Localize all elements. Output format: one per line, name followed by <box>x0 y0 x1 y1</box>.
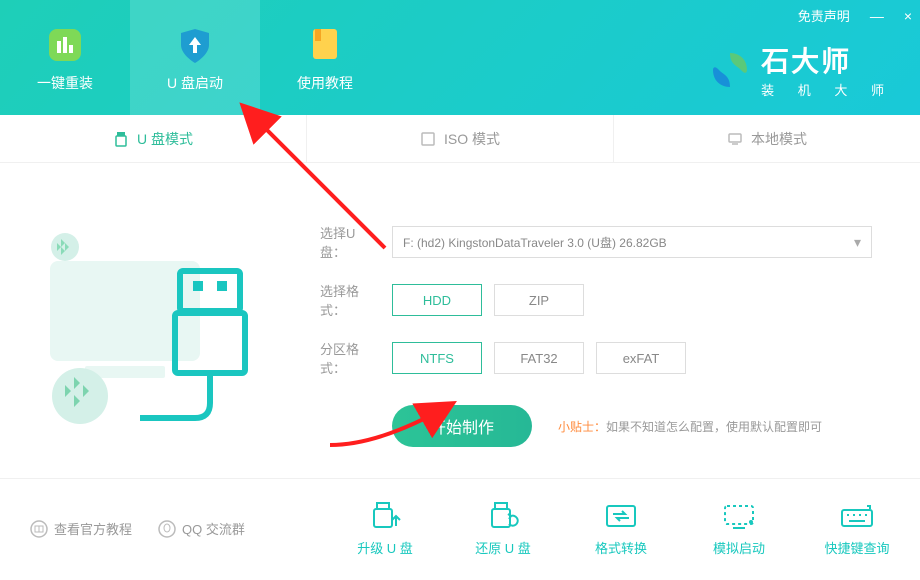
mode-tabs: U 盘模式 ISO 模式 本地模式 <box>0 115 920 163</box>
tab-label: U 盘启动 <box>167 73 223 93</box>
usb-shield-icon <box>173 23 217 67</box>
usb-select[interactable]: F: (hd2) KingstonDataTraveler 3.0 (U盘) 2… <box>392 226 872 258</box>
link-label: QQ 交流群 <box>182 519 245 538</box>
mode-label: ISO 模式 <box>444 129 500 149</box>
bars-icon <box>43 23 87 67</box>
usb-rotate-icon <box>485 500 521 532</box>
restore-usb-button[interactable]: 还原 U 盘 <box>458 500 548 557</box>
brand: 石大师 装 机 大 师 <box>709 40 894 99</box>
format-hdd-button[interactable]: HDD <box>392 284 482 316</box>
book-icon <box>303 23 347 67</box>
select-usb-label: 选择U盘： <box>320 223 380 261</box>
tab-label: 一键重装 <box>37 73 93 93</box>
minimize-button[interactable]: — <box>870 8 884 24</box>
partition-exfat-button[interactable]: exFAT <box>596 342 686 374</box>
action-label: 模拟启动 <box>713 538 765 557</box>
usb-small-icon <box>113 131 129 147</box>
brand-sub: 装 机 大 师 <box>761 80 894 99</box>
qq-icon <box>158 520 176 538</box>
action-label: 格式转换 <box>595 538 647 557</box>
action-label: 升级 U 盘 <box>357 538 413 557</box>
tutorial-link[interactable]: 查看官方教程 <box>30 519 132 538</box>
action-label: 还原 U 盘 <box>475 538 531 557</box>
start-create-button[interactable]: 开始制作 <box>392 405 532 447</box>
mode-tab-usb[interactable]: U 盘模式 <box>0 115 307 162</box>
iso-icon <box>420 131 436 147</box>
tab-usb-boot[interactable]: U 盘启动 <box>130 0 260 115</box>
action-label: 快捷键查询 <box>824 538 889 557</box>
mode-tab-iso[interactable]: ISO 模式 <box>307 115 614 162</box>
format-convert-button[interactable]: 格式转换 <box>576 500 666 557</box>
partition-fat32-button[interactable]: FAT32 <box>494 342 584 374</box>
format-zip-button[interactable]: ZIP <box>494 284 584 316</box>
mode-label: U 盘模式 <box>137 129 193 149</box>
disclaimer-link[interactable]: 免责声明 <box>798 6 850 25</box>
mode-label: 本地模式 <box>751 129 807 149</box>
usb-select-value: F: (hd2) KingstonDataTraveler 3.0 (U盘) 2… <box>403 234 667 251</box>
computer-usb-illustration-icon <box>25 201 265 441</box>
tab-label: 使用教程 <box>297 73 353 93</box>
partition-ntfs-button[interactable]: NTFS <box>392 342 482 374</box>
upgrade-usb-button[interactable]: 升级 U 盘 <box>340 500 430 557</box>
tab-reinstall[interactable]: 一键重装 <box>0 0 130 115</box>
tip-label: 小贴士： <box>558 420 606 434</box>
content-area: 选择U盘： F: (hd2) KingstonDataTraveler 3.0 … <box>0 163 920 478</box>
illustration <box>0 163 290 478</box>
monitor-play-icon <box>721 500 757 532</box>
keyboard-icon <box>839 500 875 532</box>
mode-tab-local[interactable]: 本地模式 <box>614 115 920 162</box>
book-open-icon <box>30 520 48 538</box>
qq-group-link[interactable]: QQ 交流群 <box>158 519 245 538</box>
header: 一键重装 U 盘启动 使用教程 免责声明 — × 石大师 装 机 <box>0 0 920 115</box>
brand-title: 石大师 <box>761 40 894 80</box>
convert-icon <box>603 500 639 532</box>
form-area: 选择U盘： F: (hd2) KingstonDataTraveler 3.0 … <box>290 163 920 478</box>
simulate-boot-button[interactable]: 模拟启动 <box>694 500 784 557</box>
brand-logo-icon <box>709 49 751 91</box>
link-label: 查看官方教程 <box>54 519 132 538</box>
usb-up-icon <box>367 500 403 532</box>
window-controls: 免责声明 — × <box>798 6 912 25</box>
format-label: 选择格式： <box>320 281 380 319</box>
monitor-icon <box>727 131 743 147</box>
tab-tutorial[interactable]: 使用教程 <box>260 0 390 115</box>
hotkey-lookup-button[interactable]: 快捷键查询 <box>812 500 902 557</box>
bottom-bar: 查看官方教程 QQ 交流群 升级 U 盘 还 <box>0 478 920 578</box>
tip-text: 小贴士：如果不知道怎么配置，使用默认配置即可 <box>558 418 822 435</box>
partition-label: 分区格式： <box>320 339 380 377</box>
header-tabs: 一键重装 U 盘启动 使用教程 <box>0 0 390 115</box>
close-button[interactable]: × <box>904 8 912 24</box>
